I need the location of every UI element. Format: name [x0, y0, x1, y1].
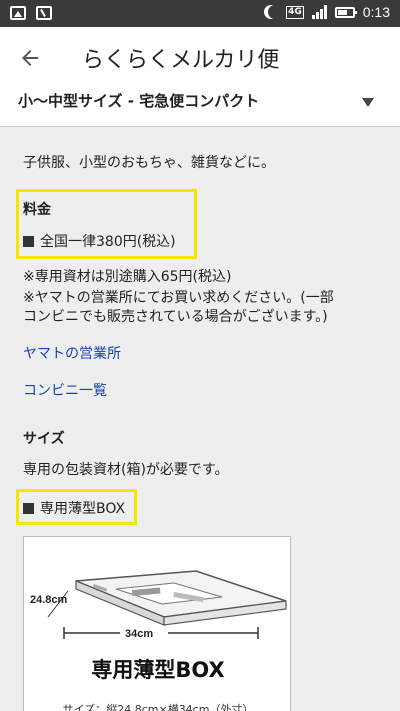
signal-icon — [311, 5, 327, 19]
square-bullet-icon — [23, 503, 34, 514]
dropdown-caret-icon — [362, 98, 374, 107]
app-bar: らくらくメルカリ便 — [0, 27, 400, 89]
box-subcaption: サイズ：縦24.8cm×横34cm（外寸） — [63, 702, 254, 711]
size-select-value: 小〜中型サイズ - 宅急便コンパクト — [18, 92, 260, 110]
square-bullet-icon — [23, 236, 34, 247]
box-illustration: 24.8cm 34cm 専用薄型BOX サイズ：縦24.8cm×横34cm（外寸… — [30, 570, 287, 711]
page-title: らくらくメルカリ便 — [82, 48, 280, 73]
size-requirement-text: 専用の包装資材(箱)が必要です。 — [23, 462, 229, 478]
status-bar: 4G 0:13 — [0, 0, 400, 27]
battery-icon — [334, 6, 357, 18]
size-select[interactable]: 小〜中型サイズ - 宅急便コンパクト — [0, 89, 400, 127]
fee-price-text: 全国一律380円(税込) — [40, 234, 176, 250]
note-line: ※専用資材は別途購入65円(税込) — [23, 269, 232, 285]
note-line: ※ヤマトの営業所にてお買い求めください。(一部 — [23, 290, 334, 306]
do-not-disturb-icon — [268, 5, 282, 19]
size-heading: サイズ — [23, 431, 65, 447]
yamato-office-link[interactable]: ヤマトの営業所 — [23, 343, 121, 363]
note-line: コンビニでも販売されている場合がございます。) — [23, 309, 328, 325]
image-notification-icon — [10, 6, 26, 20]
shipping-details: 子供服、小型のおもちゃ、雑貨などに。 料金 全国一律380円(税込) ※専用資材… — [0, 127, 400, 711]
box-product-image: 24.8cm 34cm 専用薄型BOX サイズ：縦24.8cm×横34cm（外寸… — [23, 536, 291, 711]
size-description: 子供服、小型のおもちゃ、雑貨などに。 — [23, 155, 275, 171]
box-caption: 専用薄型BOX — [91, 658, 224, 682]
box-type-text: 専用薄型BOX — [40, 501, 126, 517]
box-type-label: 専用薄型BOX — [23, 498, 125, 518]
fee-heading: 料金 — [23, 202, 51, 218]
fee-price: 全国一律380円(税込) — [23, 231, 176, 251]
back-arrow-icon[interactable] — [18, 46, 42, 70]
width-dimension-label: 34cm — [125, 628, 153, 640]
depth-dimension-label: 24.8cm — [30, 594, 68, 606]
convenience-store-list-link[interactable]: コンビニ一覧 — [23, 380, 107, 400]
network-type-badge: 4G — [286, 5, 304, 19]
status-clock: 0:13 — [362, 4, 390, 20]
document-notification-icon — [36, 6, 52, 20]
